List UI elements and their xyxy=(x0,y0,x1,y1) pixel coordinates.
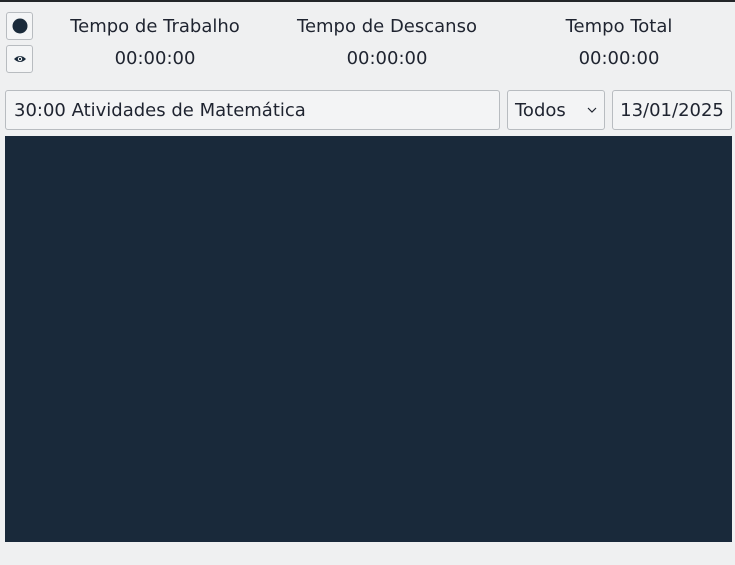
date-field[interactable]: 13/01/2025 xyxy=(612,90,732,130)
chevron-down-icon xyxy=(587,107,597,113)
total-time-section: Tempo Total 00:00:00 xyxy=(519,14,719,72)
rest-time-section: Tempo de Descanso 00:00:00 xyxy=(287,14,487,72)
total-time-value: 00:00:00 xyxy=(578,48,660,69)
record-button[interactable] xyxy=(6,12,33,40)
work-time-label: Tempo de Trabalho xyxy=(70,16,240,37)
filter-selected-value: Todos xyxy=(515,99,566,121)
window-top-border xyxy=(0,0,735,2)
work-time-section: Tempo de Trabalho 00:00:00 xyxy=(55,14,255,72)
eye-icon xyxy=(13,56,26,62)
date-value: 13/01/2025 xyxy=(620,99,724,121)
activity-input[interactable] xyxy=(5,90,500,130)
view-button[interactable] xyxy=(6,45,33,73)
rest-time-value: 00:00:00 xyxy=(346,48,428,69)
content-panel xyxy=(5,136,732,542)
filter-select[interactable]: Todos xyxy=(507,90,605,130)
work-time-value: 00:00:00 xyxy=(114,48,196,69)
total-time-label: Tempo Total xyxy=(565,16,673,37)
rest-time-label: Tempo de Descanso xyxy=(297,16,477,37)
record-dot-icon xyxy=(12,18,27,34)
